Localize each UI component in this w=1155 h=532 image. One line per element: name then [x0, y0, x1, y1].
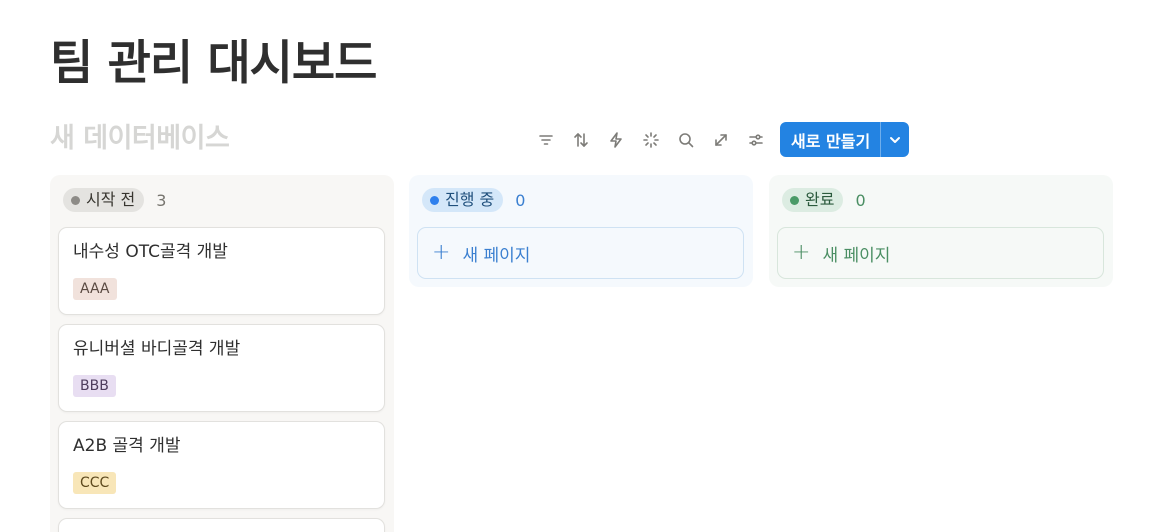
status-badge[interactable]: 완료 — [782, 188, 844, 212]
card-tag: AAA — [73, 278, 117, 300]
column-count: 0 — [515, 190, 526, 210]
column-count: 0 — [855, 190, 866, 210]
card-title: 내수성 OTC골격 개발 — [73, 242, 228, 262]
status-label: 시작 전 — [86, 190, 136, 209]
board-column-in-progress: 진행 중 0 + 새 페이지 — [409, 175, 753, 287]
status-label: 진행 중 — [445, 190, 495, 209]
board-column-todo: 시작 전 3 내수성 OTC골격 개발 AAA 유니버셜 바디골격 개발 BBB… — [50, 175, 394, 532]
database-toolbar: 새로 만들기 — [528, 122, 910, 157]
plus-icon: + — [432, 240, 451, 265]
board-card[interactable]: A2B 골격 개발 CCC — [58, 421, 385, 509]
automation-icon[interactable] — [598, 122, 633, 157]
filter-icon[interactable] — [528, 122, 563, 157]
card-tag: CCC — [73, 472, 117, 494]
status-badge[interactable]: 시작 전 — [63, 188, 145, 212]
settings-icon[interactable] — [738, 122, 773, 157]
board-column-done: 완료 0 + 새 페이지 — [769, 175, 1113, 287]
page-title[interactable]: 팀 관리 대시보드 — [50, 32, 377, 96]
new-button: 새로 만들기 — [780, 122, 910, 157]
add-page-button[interactable]: + 새 페이지 — [417, 227, 744, 279]
board-card[interactable]: 유니버셜 바디골격 개발 BBB — [58, 324, 385, 412]
status-label: 완료 — [805, 190, 835, 209]
status-dot — [430, 195, 439, 205]
status-dot — [790, 195, 799, 205]
sort-icon[interactable] — [563, 122, 598, 157]
add-page-label: 새 페이지 — [822, 245, 891, 266]
status-badge[interactable]: 진행 중 — [422, 188, 504, 212]
add-page-button[interactable]: + 새 페이지 — [777, 227, 1104, 279]
card-title: A2B 골격 개발 — [73, 436, 181, 456]
plus-icon: + — [792, 240, 811, 265]
add-page-label: 새 페이지 — [462, 245, 531, 266]
database-title[interactable]: 새 데이터베이스 — [50, 121, 230, 157]
board-card[interactable]: 내수성 OTC골격 개발 AAA — [58, 227, 385, 315]
expand-icon[interactable] — [703, 122, 738, 157]
column-header: 시작 전 3 — [58, 183, 386, 217]
card-title: 유니버셜 바디골격 개발 — [73, 339, 241, 359]
search-icon[interactable] — [668, 122, 703, 157]
card-tag: BBB — [73, 375, 116, 397]
ai-sparkle-icon[interactable] — [633, 122, 668, 157]
board-card-partial[interactable] — [58, 518, 385, 532]
column-header: 진행 중 0 — [417, 183, 745, 217]
chevron-down-icon[interactable] — [881, 122, 909, 157]
column-count: 3 — [156, 190, 167, 210]
status-dot — [71, 195, 80, 205]
new-button-label[interactable]: 새로 만들기 — [780, 122, 880, 157]
column-header: 완료 0 — [777, 183, 1105, 217]
